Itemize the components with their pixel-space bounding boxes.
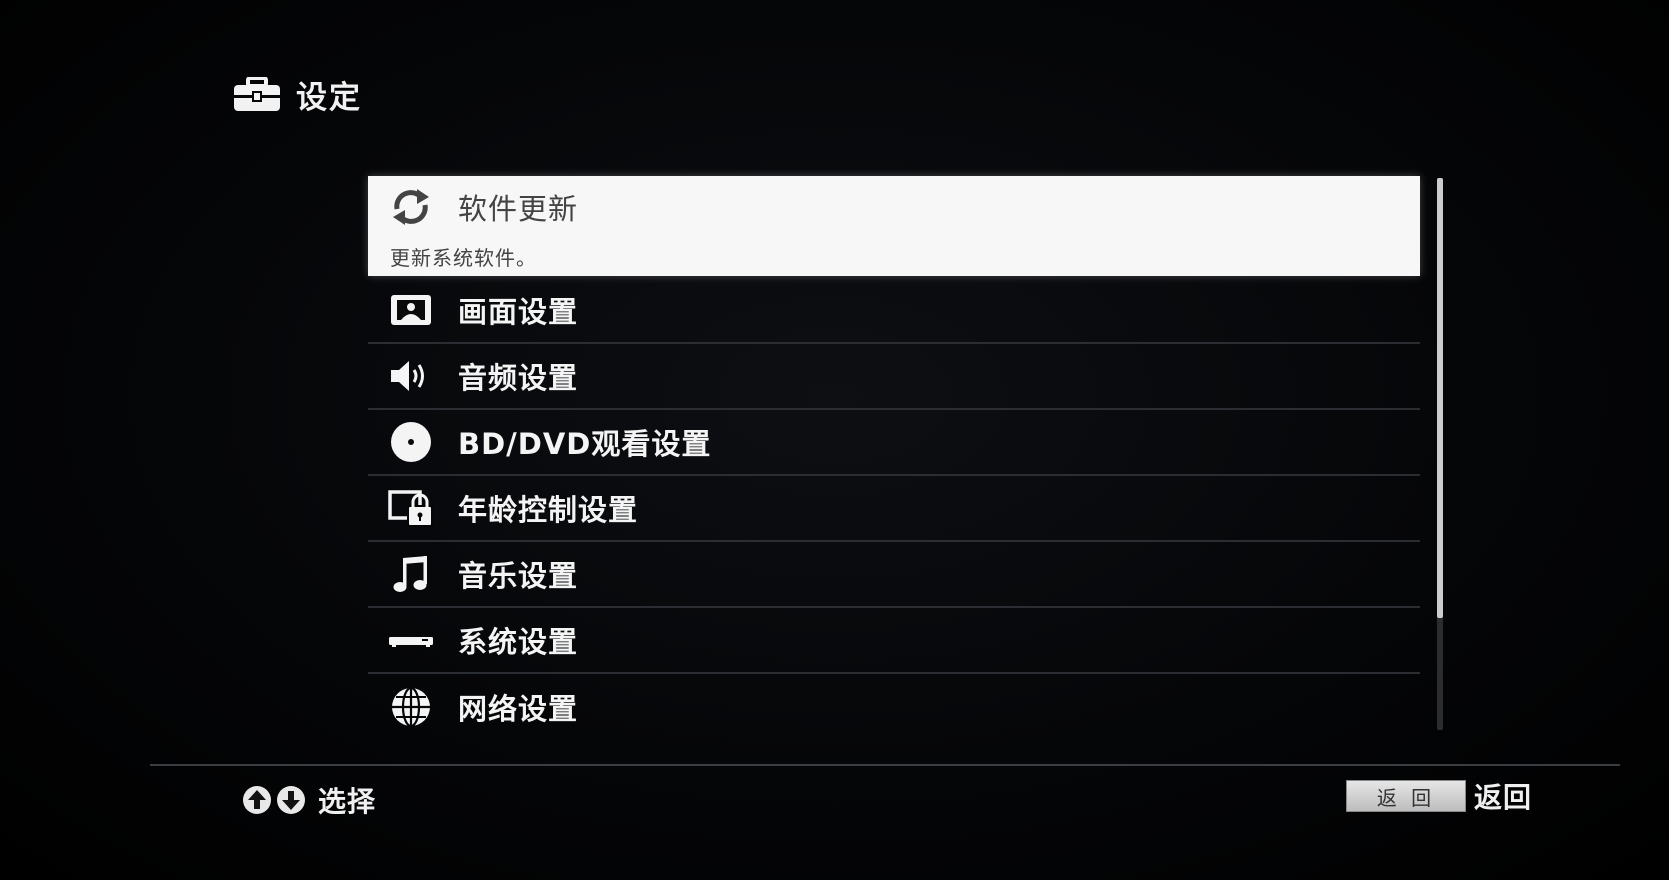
menu-item-label: 年龄控制设置 — [458, 493, 639, 527]
menu-item-label: 系统设置 — [458, 625, 579, 659]
menu-item-description: 更新系统软件。 — [390, 246, 537, 270]
menu-item-software-update[interactable]: 软件更新 更新系统软件。 — [368, 176, 1420, 276]
speaker-icon — [386, 351, 436, 401]
page-title: 设定 — [296, 80, 362, 116]
back-key-button[interactable]: 返 回 — [1346, 780, 1466, 812]
back-hint-label: 返回 — [1474, 781, 1533, 814]
menu-item-picture-settings[interactable]: 画面设置 — [368, 278, 1420, 344]
menu-item-label: BD/DVD观看设置 — [458, 427, 712, 461]
menu-item-system-settings[interactable]: 系统设置 — [368, 608, 1420, 674]
globe-icon — [386, 682, 436, 732]
picture-icon — [386, 285, 436, 335]
menu-scrollbar[interactable] — [1437, 178, 1443, 730]
menu-item-parental-control-settings[interactable]: 年龄控制设置 — [368, 476, 1420, 542]
menu-item-music-settings[interactable]: 音乐设置 — [368, 542, 1420, 608]
page-header: 设定 — [232, 72, 362, 117]
footer-select-hint: 选择 — [242, 780, 376, 820]
select-hint-label: 选择 — [318, 785, 377, 818]
menu-item-label: 音乐设置 — [458, 559, 579, 593]
menu-item-label: 画面设置 — [458, 295, 579, 329]
toolbox-icon — [232, 76, 282, 113]
footer-back-hint: 返 回 返回 — [1346, 776, 1532, 816]
arrow-down-icon — [276, 785, 306, 815]
screen-lock-icon — [386, 483, 436, 533]
settings-menu: 软件更新 更新系统软件。 画面设置 音频设置 BD/DVD观看设置 年龄控制设置… — [368, 176, 1420, 740]
player-device-icon — [386, 615, 436, 665]
music-note-icon — [386, 549, 436, 599]
arrow-up-icon — [242, 785, 272, 815]
settings-screen: 设定 软件更新 更新系统软件。 画面设置 音频设置 BD/DVD观看设置 年龄控… — [0, 0, 1669, 880]
footer-divider — [150, 764, 1620, 766]
menu-item-audio-settings[interactable]: 音频设置 — [368, 344, 1420, 410]
menu-item-bd-dvd-settings[interactable]: BD/DVD观看设置 — [368, 410, 1420, 476]
menu-item-network-settings[interactable]: 网络设置 — [368, 674, 1420, 740]
menu-item-label: 软件更新 — [458, 192, 579, 226]
menu-item-label: 网络设置 — [458, 692, 579, 726]
menu-item-label: 音频设置 — [458, 361, 579, 395]
refresh-icon — [386, 182, 436, 232]
scrollbar-thumb[interactable] — [1437, 178, 1443, 618]
disc-icon — [386, 417, 436, 467]
